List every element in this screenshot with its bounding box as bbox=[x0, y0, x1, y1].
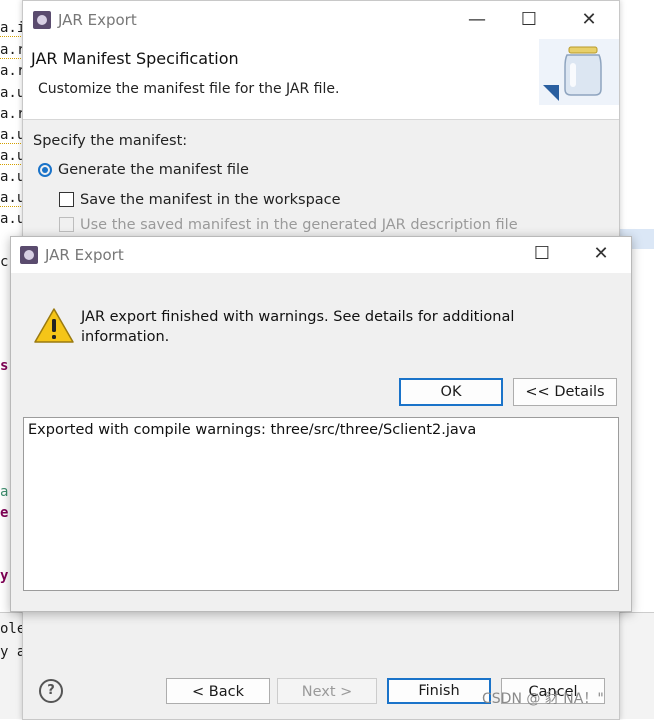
maximize-icon[interactable]: ☐ bbox=[526, 241, 558, 267]
code-fragment: a bbox=[0, 484, 9, 500]
details-text: Exported with compile warnings: three/sr… bbox=[28, 422, 477, 438]
jar-icon bbox=[539, 39, 619, 105]
wizard-titlebar: JAR Export — ☐ ✕ bbox=[23, 1, 619, 39]
save-manifest-label: Save the manifest in the workspace bbox=[80, 192, 341, 208]
warning-message-area: JAR export finished with warnings. See d… bbox=[11, 273, 631, 363]
manifest-section-label: Specify the manifest: bbox=[33, 133, 188, 149]
wizard-header: JAR Manifest Specification Customize the… bbox=[23, 39, 619, 120]
checkbox-icon bbox=[59, 192, 74, 207]
code-fragment: c bbox=[0, 254, 9, 270]
details-textarea[interactable]: Exported with compile warnings: three/sr… bbox=[23, 417, 619, 591]
warning-window-title: JAR Export bbox=[45, 246, 124, 264]
wizard-window-title: JAR Export bbox=[58, 11, 137, 29]
use-saved-manifest-checkbox: Use the saved manifest in the generated … bbox=[59, 217, 518, 233]
generate-manifest-label: Generate the manifest file bbox=[58, 162, 249, 178]
jar-export-warning-dialog: JAR Export ☐ ✕ JAR export finished with … bbox=[10, 236, 632, 612]
checkbox-icon bbox=[59, 217, 74, 232]
maximize-icon[interactable]: ☐ bbox=[513, 7, 545, 33]
page-title: JAR Manifest Specification bbox=[31, 49, 239, 68]
eclipse-icon bbox=[33, 11, 51, 29]
save-manifest-checkbox[interactable]: Save the manifest in the workspace bbox=[59, 192, 341, 208]
warning-icon bbox=[34, 308, 74, 343]
help-icon[interactable]: ? bbox=[39, 679, 63, 703]
eclipse-icon bbox=[20, 246, 38, 264]
code-fragment: y bbox=[0, 568, 9, 584]
page-description: Customize the manifest file for the JAR … bbox=[38, 81, 340, 97]
details-button[interactable]: << Details bbox=[513, 378, 617, 406]
code-fragment: e bbox=[0, 505, 9, 521]
next-button: Next > bbox=[277, 678, 377, 704]
watermark-text: CSDN @ 豺 NA！" bbox=[482, 691, 604, 707]
wizard-footer: ? < Back Next > Finish Cancel bbox=[23, 651, 619, 719]
code-fragment: s bbox=[0, 358, 9, 374]
back-button[interactable]: < Back bbox=[166, 678, 270, 704]
generate-manifest-radio[interactable]: Generate the manifest file bbox=[38, 162, 249, 178]
warning-titlebar: JAR Export ☐ ✕ bbox=[11, 237, 631, 273]
finish-button[interactable]: Finish bbox=[387, 678, 491, 704]
use-saved-manifest-label: Use the saved manifest in the generated … bbox=[80, 217, 518, 233]
ok-button[interactable]: OK bbox=[399, 378, 503, 406]
minimize-icon[interactable]: — bbox=[461, 7, 493, 33]
radio-selected-icon bbox=[38, 163, 52, 177]
close-icon[interactable]: ✕ bbox=[585, 241, 617, 267]
warning-message: JAR export finished with warnings. See d… bbox=[81, 309, 515, 345]
close-icon[interactable]: ✕ bbox=[573, 7, 605, 33]
